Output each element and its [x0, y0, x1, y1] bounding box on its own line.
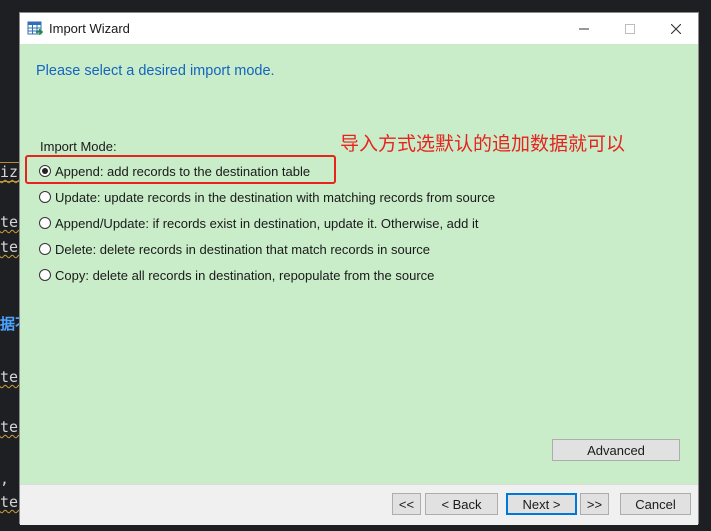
first-page-button[interactable]: <<: [392, 493, 421, 515]
cancel-button[interactable]: Cancel: [620, 493, 691, 515]
maximize-button[interactable]: [607, 13, 653, 44]
radio-append[interactable]: Append: add records to the destination t…: [39, 161, 310, 181]
radio-button[interactable]: [39, 269, 51, 281]
red-annotation-text: 导入方式选默认的追加数据就可以: [340, 133, 626, 155]
background-code-fragment: ,: [0, 470, 10, 488]
close-button[interactable]: [653, 13, 699, 44]
minimize-icon: [579, 28, 589, 29]
back-button[interactable]: < Back: [425, 493, 498, 515]
radio-button[interactable]: [39, 191, 51, 203]
radio-copy[interactable]: Copy: delete all records in destination,…: [39, 265, 434, 285]
close-icon: [671, 23, 681, 34]
minimize-button[interactable]: [561, 13, 607, 44]
advanced-button[interactable]: Advanced: [552, 439, 680, 461]
radio-label: Delete: delete records in destination th…: [55, 241, 431, 257]
radio-delete[interactable]: Delete: delete records in destination th…: [39, 239, 430, 259]
radio-button-selected[interactable]: [39, 165, 51, 177]
radio-label: Copy: delete all records in destination,…: [55, 267, 435, 283]
title-bar[interactable]: Import Wizard: [20, 13, 698, 45]
wizard-footer: << < Back Next > >> Cancel: [20, 484, 698, 525]
import-mode-label: Import Mode:: [40, 139, 117, 154]
window-title: Import Wizard: [49, 21, 130, 36]
radio-append-update[interactable]: Append/Update: if records exist in desti…: [39, 213, 478, 233]
last-page-button[interactable]: >>: [580, 493, 609, 515]
import-wizard-dialog: Import Wizard Please select a desired im…: [19, 12, 699, 525]
radio-update[interactable]: Update: update records in the destinatio…: [39, 187, 495, 207]
radio-button[interactable]: [39, 217, 51, 229]
radio-label: Append: add records to the destination t…: [55, 163, 311, 179]
maximize-icon: [625, 23, 635, 34]
wizard-content: Please select a desired import mode. Imp…: [20, 44, 698, 484]
radio-label: Update: update records in the destinatio…: [55, 189, 496, 205]
radio-label: Append/Update: if records exist in desti…: [55, 215, 479, 231]
table-import-icon: [27, 21, 44, 37]
next-button[interactable]: Next >: [506, 493, 577, 515]
radio-button[interactable]: [39, 243, 51, 255]
page-heading: Please select a desired import mode.: [36, 63, 275, 79]
